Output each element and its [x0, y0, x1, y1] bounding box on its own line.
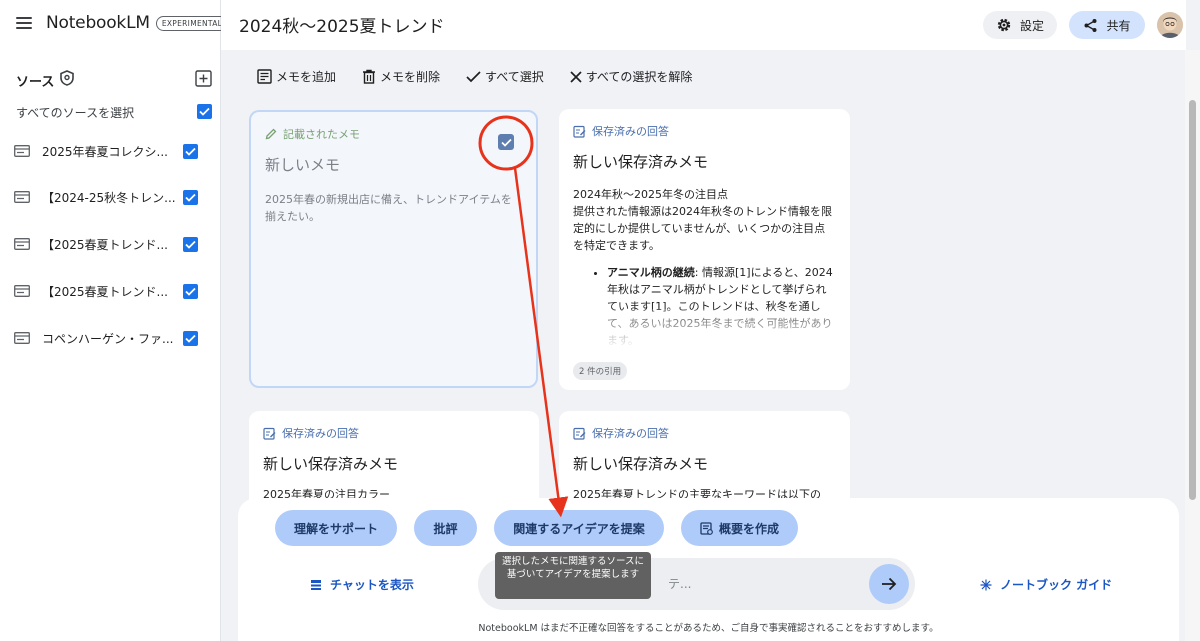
disclaimer: NotebookLM はまだ不正確な回答をすることがあるため、ご自身で事実確認さ… [478, 623, 939, 634]
select-all-button[interactable]: すべて選択 [466, 68, 544, 85]
memo-type: 記載されたメモ [265, 126, 522, 142]
settings-button[interactable]: 設定 [983, 11, 1057, 39]
delete-memo-button[interactable]: メモを削除 [362, 68, 440, 85]
notebook-title[interactable]: 2024秋〜2025夏トレンド [239, 12, 445, 37]
citation-chip[interactable]: 2 件の引用 [573, 362, 628, 380]
share-button[interactable]: 共有 [1069, 11, 1145, 39]
settings-label: 設定 [1019, 18, 1044, 33]
source-label: コペンハーゲン・ファ... [42, 331, 174, 346]
critique-chip[interactable]: 批評 [414, 510, 477, 546]
understand-support-chip[interactable]: 理解をサポート [275, 510, 397, 546]
scrollbar[interactable] [1185, 50, 1200, 641]
source-item[interactable]: 【2025春夏トレンド... [14, 233, 198, 255]
select-all-label: すべて選択 [485, 70, 544, 84]
trash-icon [363, 69, 376, 84]
select-all-sources[interactable]: すべてのソースを選択 [16, 103, 212, 121]
saved-type: 保存済みの回答 [263, 425, 525, 441]
sparkle-icon [980, 579, 992, 590]
top-bar: 2024秋〜2025夏トレンド 設定 共有 [221, 0, 1186, 50]
saved-note-icon [573, 125, 586, 138]
source-label: 【2025春夏トレンド... [42, 237, 168, 252]
delete-memo-label: メモを削除 [380, 70, 441, 84]
create-summary-chip[interactable]: 概要を作成 [681, 510, 798, 546]
saved-type-label: 保存済みの回答 [592, 427, 669, 440]
create-summary-label: 概要を作成 [718, 521, 779, 536]
source-checkbox[interactable] [183, 330, 198, 346]
source-checkbox[interactable] [183, 143, 198, 159]
deselect-all-button[interactable]: すべての選択を解除 [570, 68, 693, 85]
gear-icon [997, 18, 1011, 32]
source-label: 【2025春夏トレンド... [42, 284, 168, 299]
show-chat-button[interactable]: チャットを表示 [310, 576, 414, 593]
add-note-icon [257, 69, 272, 84]
main-area: 2024秋〜2025夏トレンド 設定 共有 メモを追加 メモを削除 すべて選択 [221, 0, 1200, 641]
share-icon [1084, 18, 1097, 32]
close-icon [570, 70, 582, 83]
source-item[interactable]: コペンハーゲン・ファ... [14, 327, 198, 349]
source-label: 【2024-25秋冬トレン... [42, 190, 175, 205]
select-all-label: すべてのソースを選択 [16, 105, 135, 120]
saved-body-line1: 2024年秋〜2025年冬の注目点 [573, 188, 728, 201]
saved-title: 新しい保存済みメモ [573, 153, 709, 171]
document-icon [14, 332, 30, 344]
saved-type-label: 保存済みの回答 [592, 125, 669, 138]
send-button[interactable] [869, 564, 909, 604]
show-chat-label: チャットを表示 [330, 578, 414, 592]
memo-title: 新しいメモ [265, 156, 341, 174]
pencil-icon [265, 128, 277, 140]
source-checkbox[interactable] [183, 236, 198, 252]
menu-icon[interactable] [16, 16, 34, 30]
add-source-icon[interactable] [195, 70, 212, 91]
saved-response-card[interactable]: 保存済みの回答 新しい保存済みメモ 2024年秋〜2025年冬の注目点 提供され… [559, 109, 850, 390]
sources-header: ソース [16, 70, 212, 90]
source-item[interactable]: 2025年春夏コレクシ... [14, 140, 198, 162]
suggest-ideas-chip[interactable]: 関連するアイデアを提案 [494, 510, 664, 546]
chat-icon [311, 579, 321, 590]
document-icon [14, 238, 30, 250]
source-checkbox[interactable] [183, 189, 198, 205]
shield-icon[interactable] [60, 70, 75, 90]
avatar[interactable] [1157, 12, 1183, 38]
summary-icon [700, 521, 713, 535]
add-memo-button[interactable]: メモを追加 [257, 68, 336, 85]
document-icon [14, 285, 30, 297]
saved-body-line2: 提供された情報源は2024年秋冬のトレンド情報を限定的にしか提供していませんが、… [573, 205, 832, 252]
notes-toolbar: メモを追加 メモを削除 すべて選択 すべての選択を解除 [257, 68, 692, 85]
sidebar: NotebookLM EXPERIMENTAL ソース すべてのソースを選択 2… [0, 0, 229, 641]
memo-select-checkbox[interactable] [498, 134, 514, 150]
sources-title: ソース [16, 74, 55, 90]
brand: NotebookLM EXPERIMENTAL [16, 13, 229, 33]
memo-type-label: 記載されたメモ [283, 128, 360, 141]
source-checkbox[interactable] [183, 283, 198, 299]
deselect-all-label: すべての選択を解除 [585, 70, 693, 84]
tooltip: 選択したメモに関連するソースに基づいてアイデアを提案します [495, 552, 651, 599]
saved-title: 新しい保存済みメモ [573, 455, 709, 473]
share-label: 共有 [1106, 18, 1131, 33]
saved-note-icon [263, 427, 276, 440]
notebook-guide-label: ノートブック ガイド [1000, 578, 1113, 592]
select-all-checkbox[interactable] [197, 104, 212, 119]
saved-note-icon [573, 427, 586, 440]
document-icon [14, 191, 30, 203]
memo-card[interactable]: 記載されたメモ 新しいメモ 2025年春の新規出店に備え、トレンドアイテムを揃え… [249, 110, 538, 388]
saved-type-label: 保存済みの回答 [282, 427, 359, 440]
saved-bullet-title: アニマル柄の継続 [607, 266, 695, 279]
add-memo-label: メモを追加 [276, 70, 337, 84]
notebook-guide-button[interactable]: ノートブック ガイド [980, 576, 1112, 593]
chat-input-placeholder: テ... [668, 577, 692, 591]
source-item[interactable]: 【2024-25秋冬トレン... [14, 186, 198, 208]
experimental-badge: EXPERIMENTAL [155, 15, 229, 31]
check-icon [466, 70, 481, 82]
bottom-panel: 理解をサポート 批評 関連するアイデアを提案 概要を作成 チャットを表示 テ..… [238, 498, 1179, 641]
saved-type: 保存済みの回答 [573, 123, 836, 139]
saved-type: 保存済みの回答 [573, 425, 836, 441]
app-name: NotebookLM [46, 13, 150, 33]
scrollbar-thumb[interactable] [1189, 100, 1196, 500]
source-label: 2025年春夏コレクシ... [42, 144, 168, 159]
source-item[interactable]: 【2025春夏トレンド... [14, 280, 198, 302]
saved-title: 新しい保存済みメモ [263, 455, 399, 473]
arrow-right-icon [882, 577, 897, 591]
document-icon [14, 145, 30, 157]
memo-body: 2025年春の新規出店に備え、トレンドアイテムを揃えたい。 [265, 193, 512, 223]
